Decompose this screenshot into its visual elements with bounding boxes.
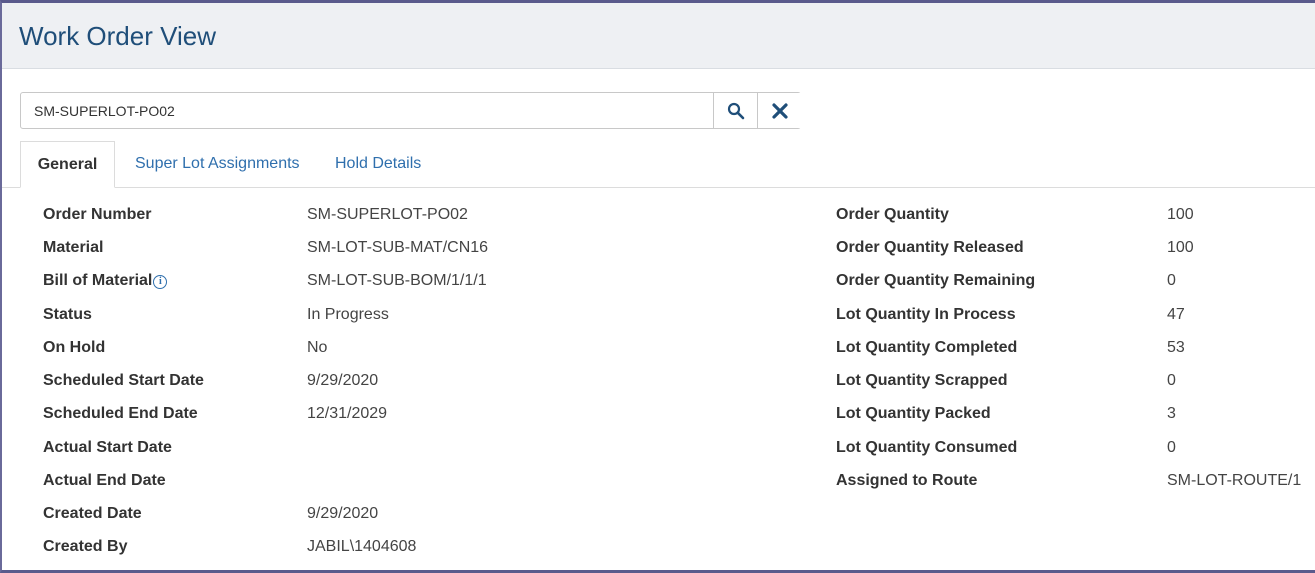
lot-quantity-completed-label: Lot Quantity Completed <box>836 339 1018 356</box>
material-label: Material <box>43 239 104 256</box>
scheduled-end-date-label: Scheduled End Date <box>43 405 198 422</box>
scheduled-start-date-value: 9/29/2020 <box>307 372 379 389</box>
order-quantity-value: 100 <box>1167 206 1194 223</box>
tab-bar: General Super Lot Assignments Hold Detai… <box>2 141 1315 188</box>
order-quantity-released-value: 100 <box>1167 239 1194 256</box>
clear-button[interactable] <box>757 93 801 128</box>
status-label: Status <box>43 306 92 323</box>
actual-end-date-label: Actual End Date <box>43 472 166 489</box>
assigned-to-route-value: SM-LOT-ROUTE/1 <box>1167 472 1302 489</box>
lot-quantity-packed-value: 3 <box>1167 405 1176 422</box>
on-hold-label: On Hold <box>43 339 106 356</box>
tab-hold-details[interactable]: Hold Details <box>335 141 421 187</box>
lot-quantity-scrapped-label: Lot Quantity Scrapped <box>836 372 1008 389</box>
order-quantity-label: Order Quantity <box>836 206 949 223</box>
bill-of-material-label: Bill of Material <box>43 272 153 289</box>
lot-quantity-packed-label: Lot Quantity Packed <box>836 405 991 422</box>
status-value: In Progress <box>307 306 389 323</box>
search-input[interactable] <box>21 93 713 128</box>
material-value: SM-LOT-SUB-MAT/CN16 <box>307 239 489 256</box>
created-date-label: Created Date <box>43 505 142 522</box>
created-by-value: JABIL\1404608 <box>307 538 417 555</box>
order-number-value: SM-SUPERLOT-PO02 <box>307 206 468 223</box>
lot-quantity-consumed-value: 0 <box>1167 439 1176 456</box>
order-quantity-released-label: Order Quantity Released <box>836 239 1024 256</box>
order-quantity-remaining-value: 0 <box>1167 272 1176 289</box>
info-icon[interactable]: i <box>153 275 168 289</box>
actual-start-date-label: Actual Start Date <box>43 439 172 456</box>
lot-quantity-completed-value: 53 <box>1167 339 1185 356</box>
scheduled-end-date-value: 12/31/2029 <box>307 405 388 422</box>
close-icon <box>771 102 788 119</box>
page-title: Work Order View <box>19 21 216 51</box>
tab-super-lot-assignments[interactable]: Super Lot Assignments <box>135 141 300 187</box>
order-number-label: Order Number <box>43 206 152 223</box>
scheduled-start-date-label: Scheduled Start Date <box>43 372 204 389</box>
lot-quantity-in-process-value: 47 <box>1167 306 1185 323</box>
search-button[interactable] <box>713 93 758 128</box>
lot-quantity-in-process-label: Lot Quantity In Process <box>836 306 1016 323</box>
lot-quantity-scrapped-value: 0 <box>1167 372 1176 389</box>
bill-of-material-value: SM-LOT-SUB-BOM/1/1/1 <box>307 272 487 289</box>
created-date-value: 9/29/2020 <box>307 505 379 522</box>
order-quantity-remaining-label: Order Quantity Remaining <box>836 272 1036 289</box>
tab-general[interactable]: General <box>20 141 115 188</box>
on-hold-value: No <box>307 339 328 356</box>
page-header: Work Order View <box>2 3 1315 69</box>
window-frame <box>0 0 1315 573</box>
lot-quantity-consumed-label: Lot Quantity Consumed <box>836 439 1018 456</box>
bill-of-material-label-row: Bill of Material i <box>43 270 168 292</box>
search-bar <box>20 92 801 129</box>
search-icon <box>727 102 745 119</box>
created-by-label: Created By <box>43 538 128 555</box>
assigned-to-route-label: Assigned to Route <box>836 472 978 489</box>
